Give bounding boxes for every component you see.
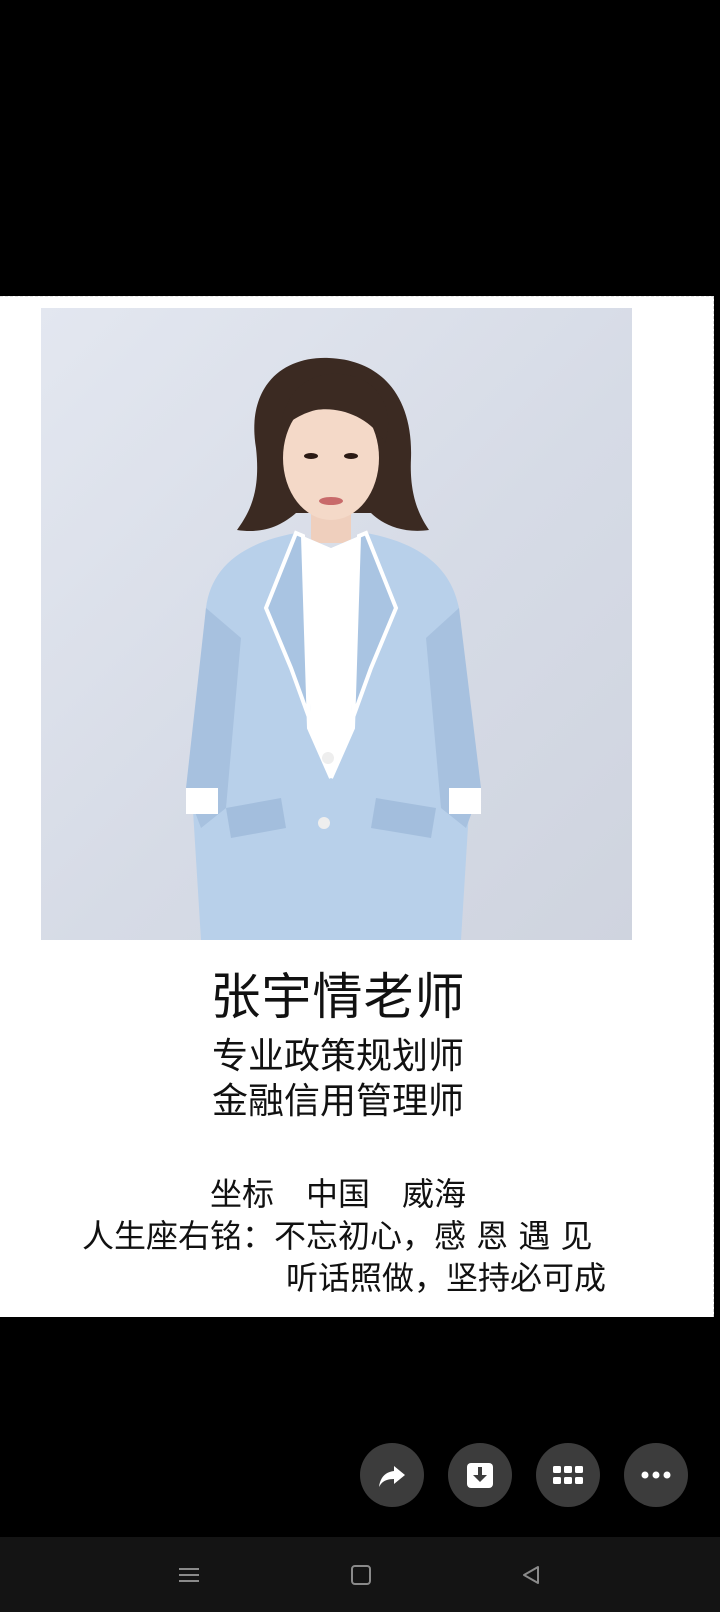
menu-icon (179, 1568, 199, 1582)
download-button[interactable] (448, 1443, 512, 1507)
more-apps-button[interactable] (536, 1443, 600, 1507)
profile-title-2: 金融信用管理师 (211, 1081, 464, 1122)
system-navigation-bar (0, 1537, 720, 1612)
profile-location: 坐标 中国 威海 (209, 1175, 466, 1213)
grid-icon (553, 1466, 583, 1484)
profile-motto-line-1: 人生座右铭：不忘初心，感 恩 遇 见 (82, 1217, 593, 1255)
more-options-button[interactable] (624, 1443, 688, 1507)
profile-motto-line-2: 听话照做，坚持必可成 (286, 1259, 607, 1297)
portrait-photo (41, 308, 632, 940)
shared-image[interactable]: 张宇情老师 专业政策规划师 金融信用管理师 坐标 中国 威海 人生座右铭：不忘初… (0, 296, 714, 1317)
share-icon (379, 1466, 405, 1487)
recent-apps-button[interactable] (171, 1557, 207, 1593)
home-button[interactable] (343, 1557, 379, 1593)
home-icon (351, 1565, 371, 1585)
more-icon (641, 1471, 671, 1479)
back-icon (523, 1566, 539, 1584)
share-button[interactable] (360, 1443, 424, 1507)
download-icon (467, 1463, 493, 1488)
screen: 张宇情老师 专业政策规划师 金融信用管理师 坐标 中国 威海 人生座右铭：不忘初… (0, 0, 720, 1612)
profile-name: 张宇情老师 (210, 968, 466, 1026)
back-button[interactable] (513, 1557, 549, 1593)
